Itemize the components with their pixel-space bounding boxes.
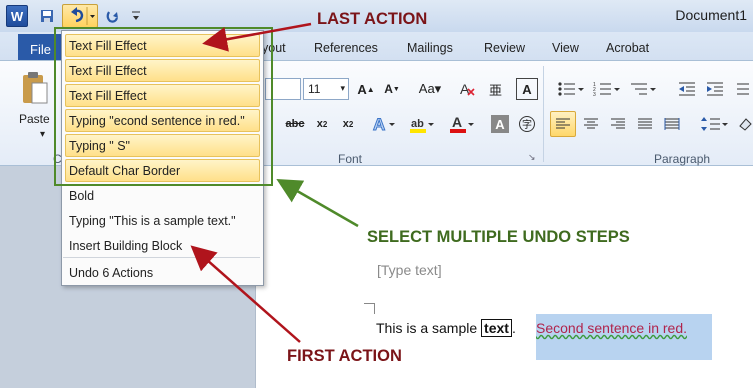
- arrow-to-first-action: [190, 245, 301, 343]
- arrow-to-selection: [276, 179, 359, 228]
- annotation-arrows: [190, 22, 359, 343]
- annotation-select-multiple: SELECT MULTIPLE UNDO STEPS: [367, 228, 630, 246]
- annotation-last-action: LAST ACTION: [317, 10, 428, 28]
- arrow-to-last-action: [202, 22, 312, 52]
- annotation-first-action: FIRST ACTION: [287, 347, 402, 365]
